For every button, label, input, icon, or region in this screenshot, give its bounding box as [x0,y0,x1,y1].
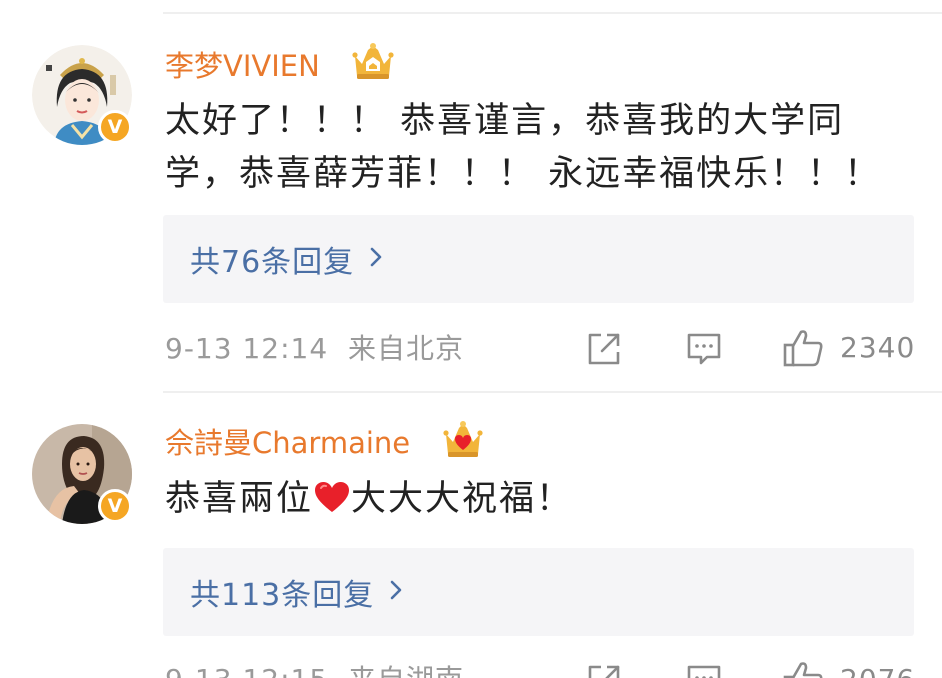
comment-text: 太好了！！！ 恭喜谨言，恭喜我的大学同学，恭喜薛芳菲！！！ 永远幸福快乐！！！ [165,101,882,194]
comment-text-part: 恭喜兩位 [165,479,314,519]
like-button[interactable]: 2076 [782,660,915,678]
verified-badge-icon: V [98,489,132,523]
location: 来自湖南 [348,663,464,678]
like-count: 2076 [840,666,915,678]
replies-button[interactable]: 共76条回复 [163,215,914,303]
comment-text-part: 大大大祝福！ [351,479,574,519]
comment-icon [687,333,721,365]
share-icon [588,333,620,365]
chevron-right-icon [388,578,404,606]
like-button[interactable]: 2340 [782,328,915,368]
comment-divider [163,391,942,393]
crown-vip-icon [443,421,483,457]
comment-icon [687,665,721,678]
heart-emoji-icon [315,482,350,512]
comment-meta: 9-13 12:15 来自湖南 [165,666,464,678]
timestamp: 9-13 12:15 [165,663,328,678]
share-button[interactable] [585,330,623,368]
comment-meta: 9-13 12:14 来自北京 [165,335,464,363]
username[interactable]: 李梦VIVIEN [165,52,320,81]
like-icon [783,662,823,678]
replies-label: 共113条回复 [190,578,375,613]
timestamp: 9-13 12:14 [165,332,329,365]
replies-button[interactable]: 共113条回复 [163,548,914,636]
location: 来自北京 [348,332,465,365]
comment-button[interactable] [685,330,723,368]
replies-label: 共76条回复 [190,245,355,280]
like-icon [783,330,823,367]
username[interactable]: 佘詩曼Charmaine [165,429,410,458]
verified-badge-icon: V [98,110,132,144]
chevron-right-icon [368,245,384,273]
crown-vip-icon [352,43,394,79]
comment-text: 恭喜兩位 大大大祝福！ [165,473,905,526]
top-divider [163,12,942,14]
share-icon [588,665,620,678]
comment-feed: V 李梦VIVIEN 太好了！！！ 恭喜谨言，恭喜我的大学同学，恭喜薛芳菲！！！… [0,0,942,678]
share-button[interactable] [585,662,623,678]
comment-button[interactable] [685,662,723,678]
like-count: 2340 [840,331,916,364]
